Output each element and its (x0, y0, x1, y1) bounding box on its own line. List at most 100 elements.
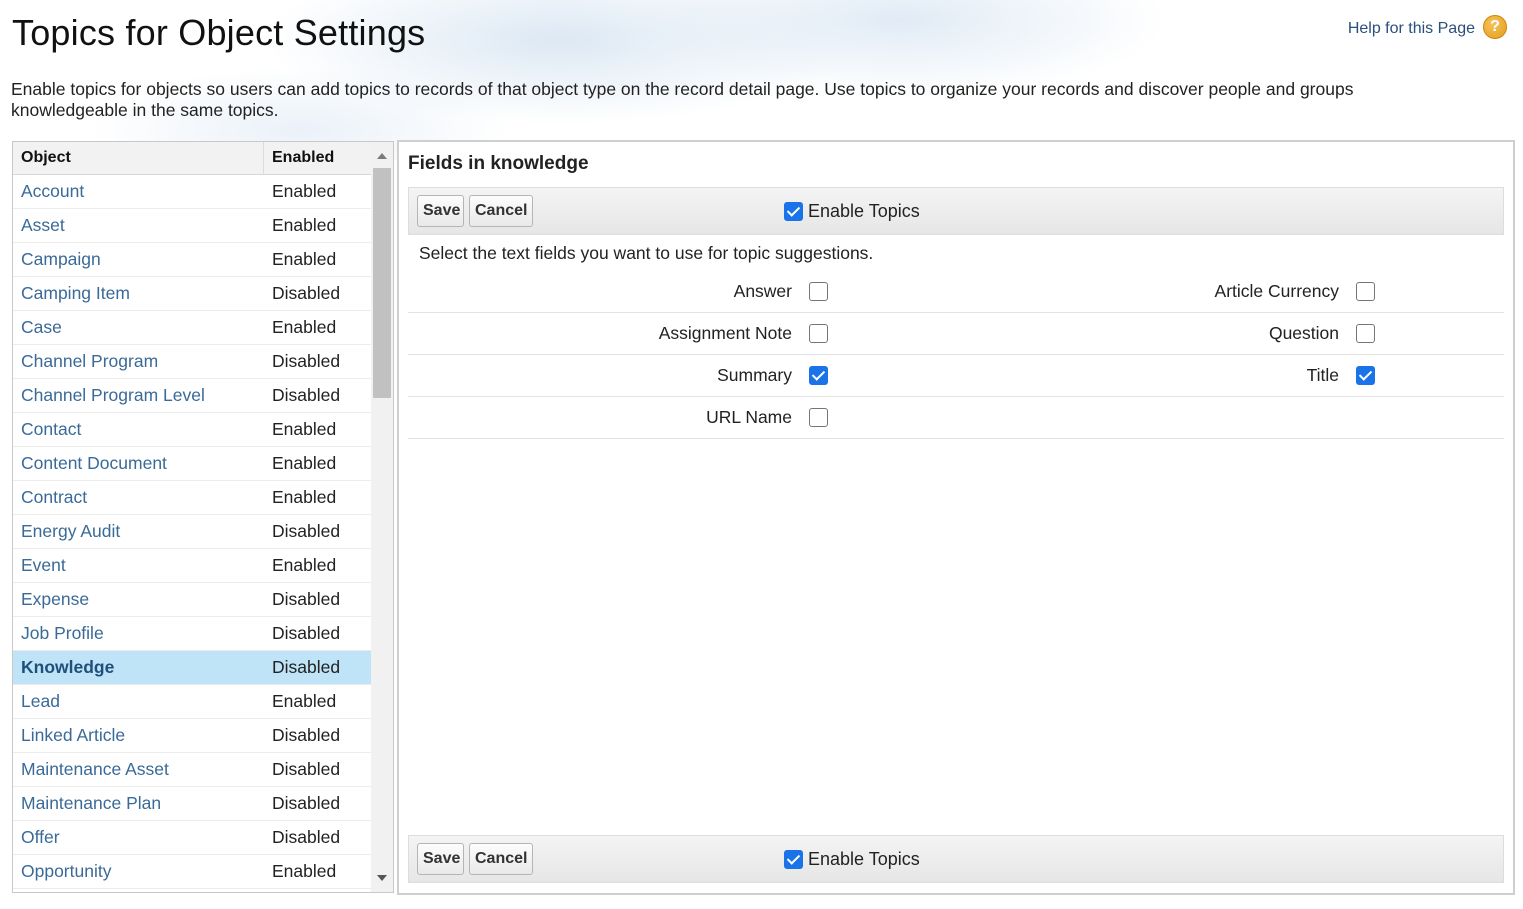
object-row[interactable]: Campaign Enabled (13, 243, 371, 277)
object-row[interactable]: Asset Enabled (13, 209, 371, 243)
save-button[interactable]: Save (417, 195, 464, 227)
field-label: Title (1306, 365, 1339, 385)
object-row[interactable]: Opportunity Enabled (13, 855, 371, 889)
page-description: Enable topics for objects so users can a… (11, 79, 1354, 120)
scroll-down-arrow-icon[interactable] (371, 868, 393, 888)
save-button-bottom[interactable]: Save (417, 843, 464, 875)
object-name-link[interactable]: Channel Program (13, 351, 264, 372)
object-status: Disabled (272, 521, 341, 541)
object-row[interactable]: Contract Enabled (13, 481, 371, 515)
object-name-link[interactable]: Offer (13, 827, 264, 848)
object-row[interactable]: Job Profile Disabled (13, 617, 371, 651)
object-name-link[interactable]: Channel Program Level (13, 385, 264, 406)
object-status: Enabled (272, 181, 337, 201)
object-name-link[interactable]: Content Document (13, 453, 264, 474)
object-name-link[interactable]: Campaign (13, 249, 264, 270)
object-status: Enabled (272, 215, 337, 235)
enable-topics-toggle[interactable]: Enable Topics (784, 201, 920, 222)
object-name-link[interactable]: Maintenance Asset (13, 759, 264, 780)
object-status: Disabled (272, 827, 341, 847)
object-row[interactable]: Content Document Enabled (13, 447, 371, 481)
object-table-header: Object Enabled (13, 142, 371, 175)
object-row[interactable]: Expense Disabled (13, 583, 371, 617)
object-row[interactable]: Knowledge Disabled (13, 651, 371, 685)
enable-topics-toggle-bottom[interactable]: Enable Topics (784, 849, 920, 870)
object-row[interactable]: Contact Enabled (13, 413, 371, 447)
field-option[interactable]: Title (1108, 355, 1375, 396)
object-status: Disabled (272, 657, 341, 677)
object-status: Disabled (272, 793, 341, 813)
page-header: Topics for Object Settings (12, 12, 425, 54)
bottom-button-bar: Save Cancel Enable Topics (408, 835, 1504, 883)
field-grid: Answer Article Currency Assignment Note Que… (408, 271, 1504, 439)
field-row: Assignment Note Question (408, 313, 1504, 355)
cancel-button[interactable]: Cancel (469, 195, 533, 227)
object-status: Enabled (272, 317, 337, 337)
object-name-link[interactable]: Event (13, 555, 264, 576)
object-status: Disabled (272, 385, 341, 405)
object-name-link[interactable]: Camping Item (13, 283, 264, 304)
object-name-link[interactable]: Maintenance Plan (13, 793, 264, 814)
object-row[interactable]: Energy Audit Disabled (13, 515, 371, 549)
object-name-link[interactable]: Linked Article (13, 725, 264, 746)
object-name-link[interactable]: Opportunity (13, 861, 264, 882)
object-status: Enabled (272, 419, 337, 439)
field-option[interactable]: Assignment Note (408, 313, 828, 354)
enable-topics-checkbox-bottom[interactable] (784, 850, 803, 869)
object-name-link[interactable]: Case (13, 317, 264, 338)
object-row[interactable]: Maintenance Plan Disabled (13, 787, 371, 821)
help-link[interactable]: Help for this Page (1348, 20, 1475, 38)
object-row[interactable]: Event Enabled (13, 549, 371, 583)
object-status: Disabled (272, 283, 341, 303)
object-rows: Account Enabled Asset Enabled Campaign Enable… (13, 175, 371, 889)
object-row[interactable]: Channel Program Level Disabled (13, 379, 371, 413)
object-name-link[interactable]: Job Profile (13, 623, 264, 644)
field-row: Summary Title (408, 355, 1504, 397)
object-status: Enabled (272, 691, 337, 711)
field-row: URL Name (408, 397, 1504, 439)
enable-topics-label-bottom: Enable Topics (808, 849, 920, 869)
object-status: Disabled (272, 623, 341, 643)
object-name-link[interactable]: Knowledge (13, 657, 264, 678)
field-checkbox[interactable] (809, 324, 828, 343)
field-checkbox[interactable] (809, 366, 828, 385)
column-header-enabled[interactable]: Enabled (264, 149, 334, 167)
field-checkbox[interactable] (809, 282, 828, 301)
object-name-link[interactable]: Expense (13, 589, 264, 610)
object-status: Enabled (272, 487, 337, 507)
field-option[interactable]: Article Currency (1108, 271, 1375, 312)
object-list-panel: Object Enabled Account Enabled Asset Enable… (12, 141, 394, 893)
object-row[interactable]: Channel Program Disabled (13, 345, 371, 379)
object-name-link[interactable]: Contract (13, 487, 264, 508)
column-header-object[interactable]: Object (13, 142, 264, 174)
field-label: Article Currency (1214, 281, 1339, 301)
field-checkbox[interactable] (809, 408, 828, 427)
object-row[interactable]: Case Enabled (13, 311, 371, 345)
field-option[interactable]: Question (1108, 313, 1375, 354)
question-mark-icon[interactable]: ? (1483, 15, 1507, 39)
object-row[interactable]: Lead Enabled (13, 685, 371, 719)
cancel-button-bottom[interactable]: Cancel (469, 843, 533, 875)
object-table: Object Enabled Account Enabled Asset Enable… (13, 142, 371, 889)
object-list-scrollbar[interactable] (371, 142, 393, 892)
object-name-link[interactable]: Asset (13, 215, 264, 236)
object-status: Disabled (272, 759, 341, 779)
enable-topics-checkbox[interactable] (784, 202, 803, 221)
object-row[interactable]: Camping Item Disabled (13, 277, 371, 311)
object-row[interactable]: Account Enabled (13, 175, 371, 209)
object-name-link[interactable]: Contact (13, 419, 264, 440)
object-row[interactable]: Linked Article Disabled (13, 719, 371, 753)
field-checkbox[interactable] (1356, 366, 1375, 385)
object-name-link[interactable]: Account (13, 181, 264, 202)
scroll-up-arrow-icon[interactable] (371, 146, 393, 166)
scrollbar-thumb[interactable] (373, 168, 391, 398)
object-row[interactable]: Maintenance Asset Disabled (13, 753, 371, 787)
field-checkbox[interactable] (1356, 324, 1375, 343)
object-name-link[interactable]: Energy Audit (13, 521, 264, 542)
field-option[interactable]: Answer (408, 271, 828, 312)
field-checkbox[interactable] (1356, 282, 1375, 301)
object-row[interactable]: Offer Disabled (13, 821, 371, 855)
field-option[interactable]: Summary (408, 355, 828, 396)
object-name-link[interactable]: Lead (13, 691, 264, 712)
field-option[interactable]: URL Name (408, 397, 828, 438)
